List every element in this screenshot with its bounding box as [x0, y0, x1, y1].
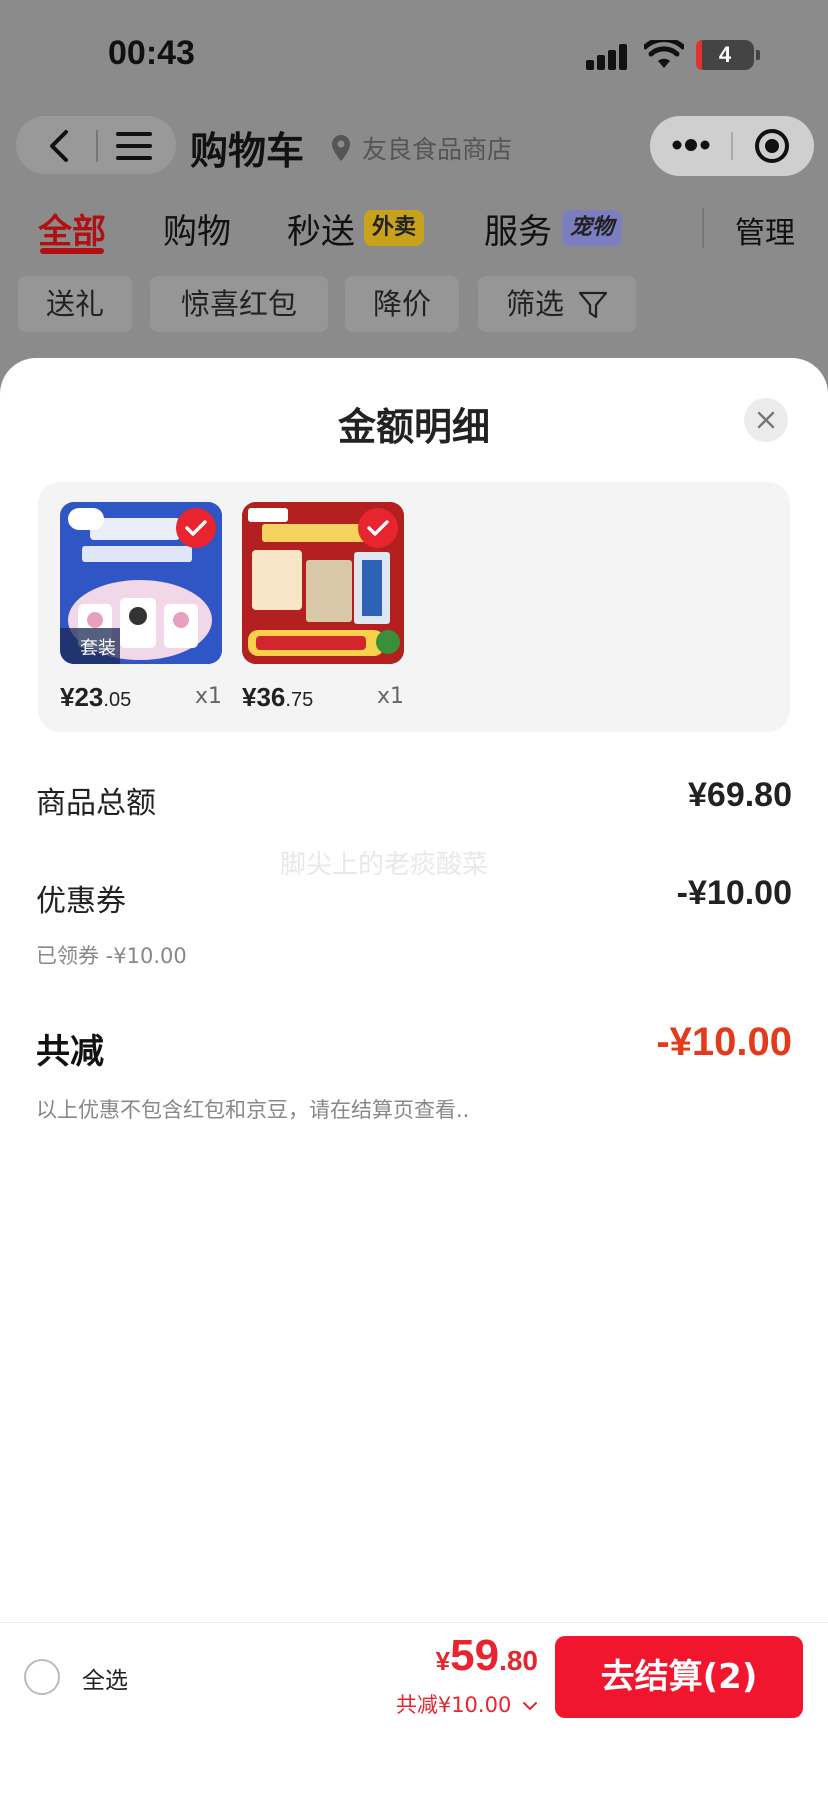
tab-all[interactable]: 全部 — [38, 204, 106, 253]
filter-red-packet[interactable]: 惊喜红包 — [150, 276, 328, 332]
tab-separator — [702, 208, 704, 248]
close-icon — [757, 411, 775, 429]
product-list: 套装 ¥23.05 x1 ¥36.75 x1 — [38, 482, 790, 732]
product-price: ¥23.05 — [60, 682, 132, 712]
manage-button[interactable]: 管理 — [735, 208, 795, 252]
wifi-icon — [644, 40, 684, 68]
coupon-label: 优惠券 — [36, 884, 126, 919]
thumbnail-caption: 套装 — [80, 638, 116, 659]
discount-disclaimer: 以上优惠不包含红包和京豆，请在结算页查看.. — [36, 1098, 470, 1122]
product-thumbnail — [242, 502, 404, 664]
page-title: 购物车 — [190, 129, 305, 173]
coupon-value: -¥10.00 — [676, 874, 792, 912]
filter-label: 筛选 — [506, 287, 565, 321]
coupon-note: 已领券 -¥10.00 — [36, 944, 187, 968]
filter-price-drop[interactable]: 降价 — [345, 276, 459, 332]
watermark: 脚尖上的老痰酸菜 — [280, 850, 489, 880]
battery-icon: 4 — [696, 40, 760, 70]
funnel-icon — [578, 291, 608, 319]
select-all-radio[interactable] — [24, 1659, 60, 1695]
goods-total-label: 商品总额 — [36, 786, 156, 821]
total-discount-label: 共减 — [36, 1032, 104, 1072]
status-time: 00:43 — [108, 34, 195, 72]
more-dots-icon[interactable] — [668, 130, 714, 160]
total-discount-value: -¥10.00 — [656, 1020, 792, 1064]
payable-amount: ¥59.80 — [435, 1631, 538, 1680]
product-quantity: x1 — [376, 684, 404, 709]
discount-summary-text: 共减¥10.00 — [395, 1693, 512, 1717]
amount-details-sheet: 金额明细 套装 ¥23.05 x1 ¥36.75 x1 商品总额 ¥69.80 … — [0, 358, 828, 1623]
back-arrow-icon[interactable] — [40, 126, 80, 166]
nav-divider — [96, 130, 98, 162]
close-mini-program-icon[interactable] — [752, 126, 792, 166]
pet-badge: 宠物 — [562, 210, 623, 246]
menu-icon[interactable] — [114, 128, 154, 164]
product-price: ¥36.75 — [242, 682, 314, 712]
capsule-divider — [731, 132, 733, 160]
tab-services[interactable]: 服务 — [484, 204, 552, 253]
checkmark-icon — [367, 520, 389, 536]
filter-button[interactable]: 筛选 — [478, 276, 636, 332]
tab-shopping[interactable]: 购物 — [163, 204, 231, 253]
goods-total-value: ¥69.80 — [688, 776, 792, 814]
product-thumbnail: 套装 — [60, 502, 222, 664]
checkmark-icon — [185, 520, 207, 536]
select-all-label[interactable]: 全选 — [82, 1661, 128, 1695]
background-page: 00:43 4 购物车 友良食品商店 全部 购物 秒送 外卖 服务 宠物 管理 … — [0, 0, 828, 400]
discount-summary-toggle[interactable]: 共减¥10.00 — [396, 1689, 538, 1719]
product-quantity: x1 — [194, 684, 222, 709]
chevron-down-icon — [523, 1702, 537, 1710]
location-pin-icon — [332, 135, 350, 161]
checkout-button[interactable]: 去结算(2) — [555, 1636, 803, 1718]
cellular-signal-icon — [586, 44, 630, 70]
filter-gift[interactable]: 送礼 — [18, 276, 132, 332]
store-name[interactable]: 友良食品商店 — [362, 130, 512, 166]
checkout-bar: 全选 ¥59.80 共减¥10.00 去结算(2) — [0, 1622, 828, 1795]
selected-check[interactable] — [358, 508, 398, 548]
close-button[interactable] — [744, 398, 788, 442]
tab-instant-delivery[interactable]: 秒送 — [287, 204, 355, 253]
sheet-title: 金额明细 — [337, 405, 490, 449]
selected-check[interactable] — [176, 508, 216, 548]
takeout-badge: 外卖 — [364, 210, 425, 246]
tab-active-indicator — [40, 248, 104, 254]
status-bar: 00:43 4 — [0, 0, 828, 110]
